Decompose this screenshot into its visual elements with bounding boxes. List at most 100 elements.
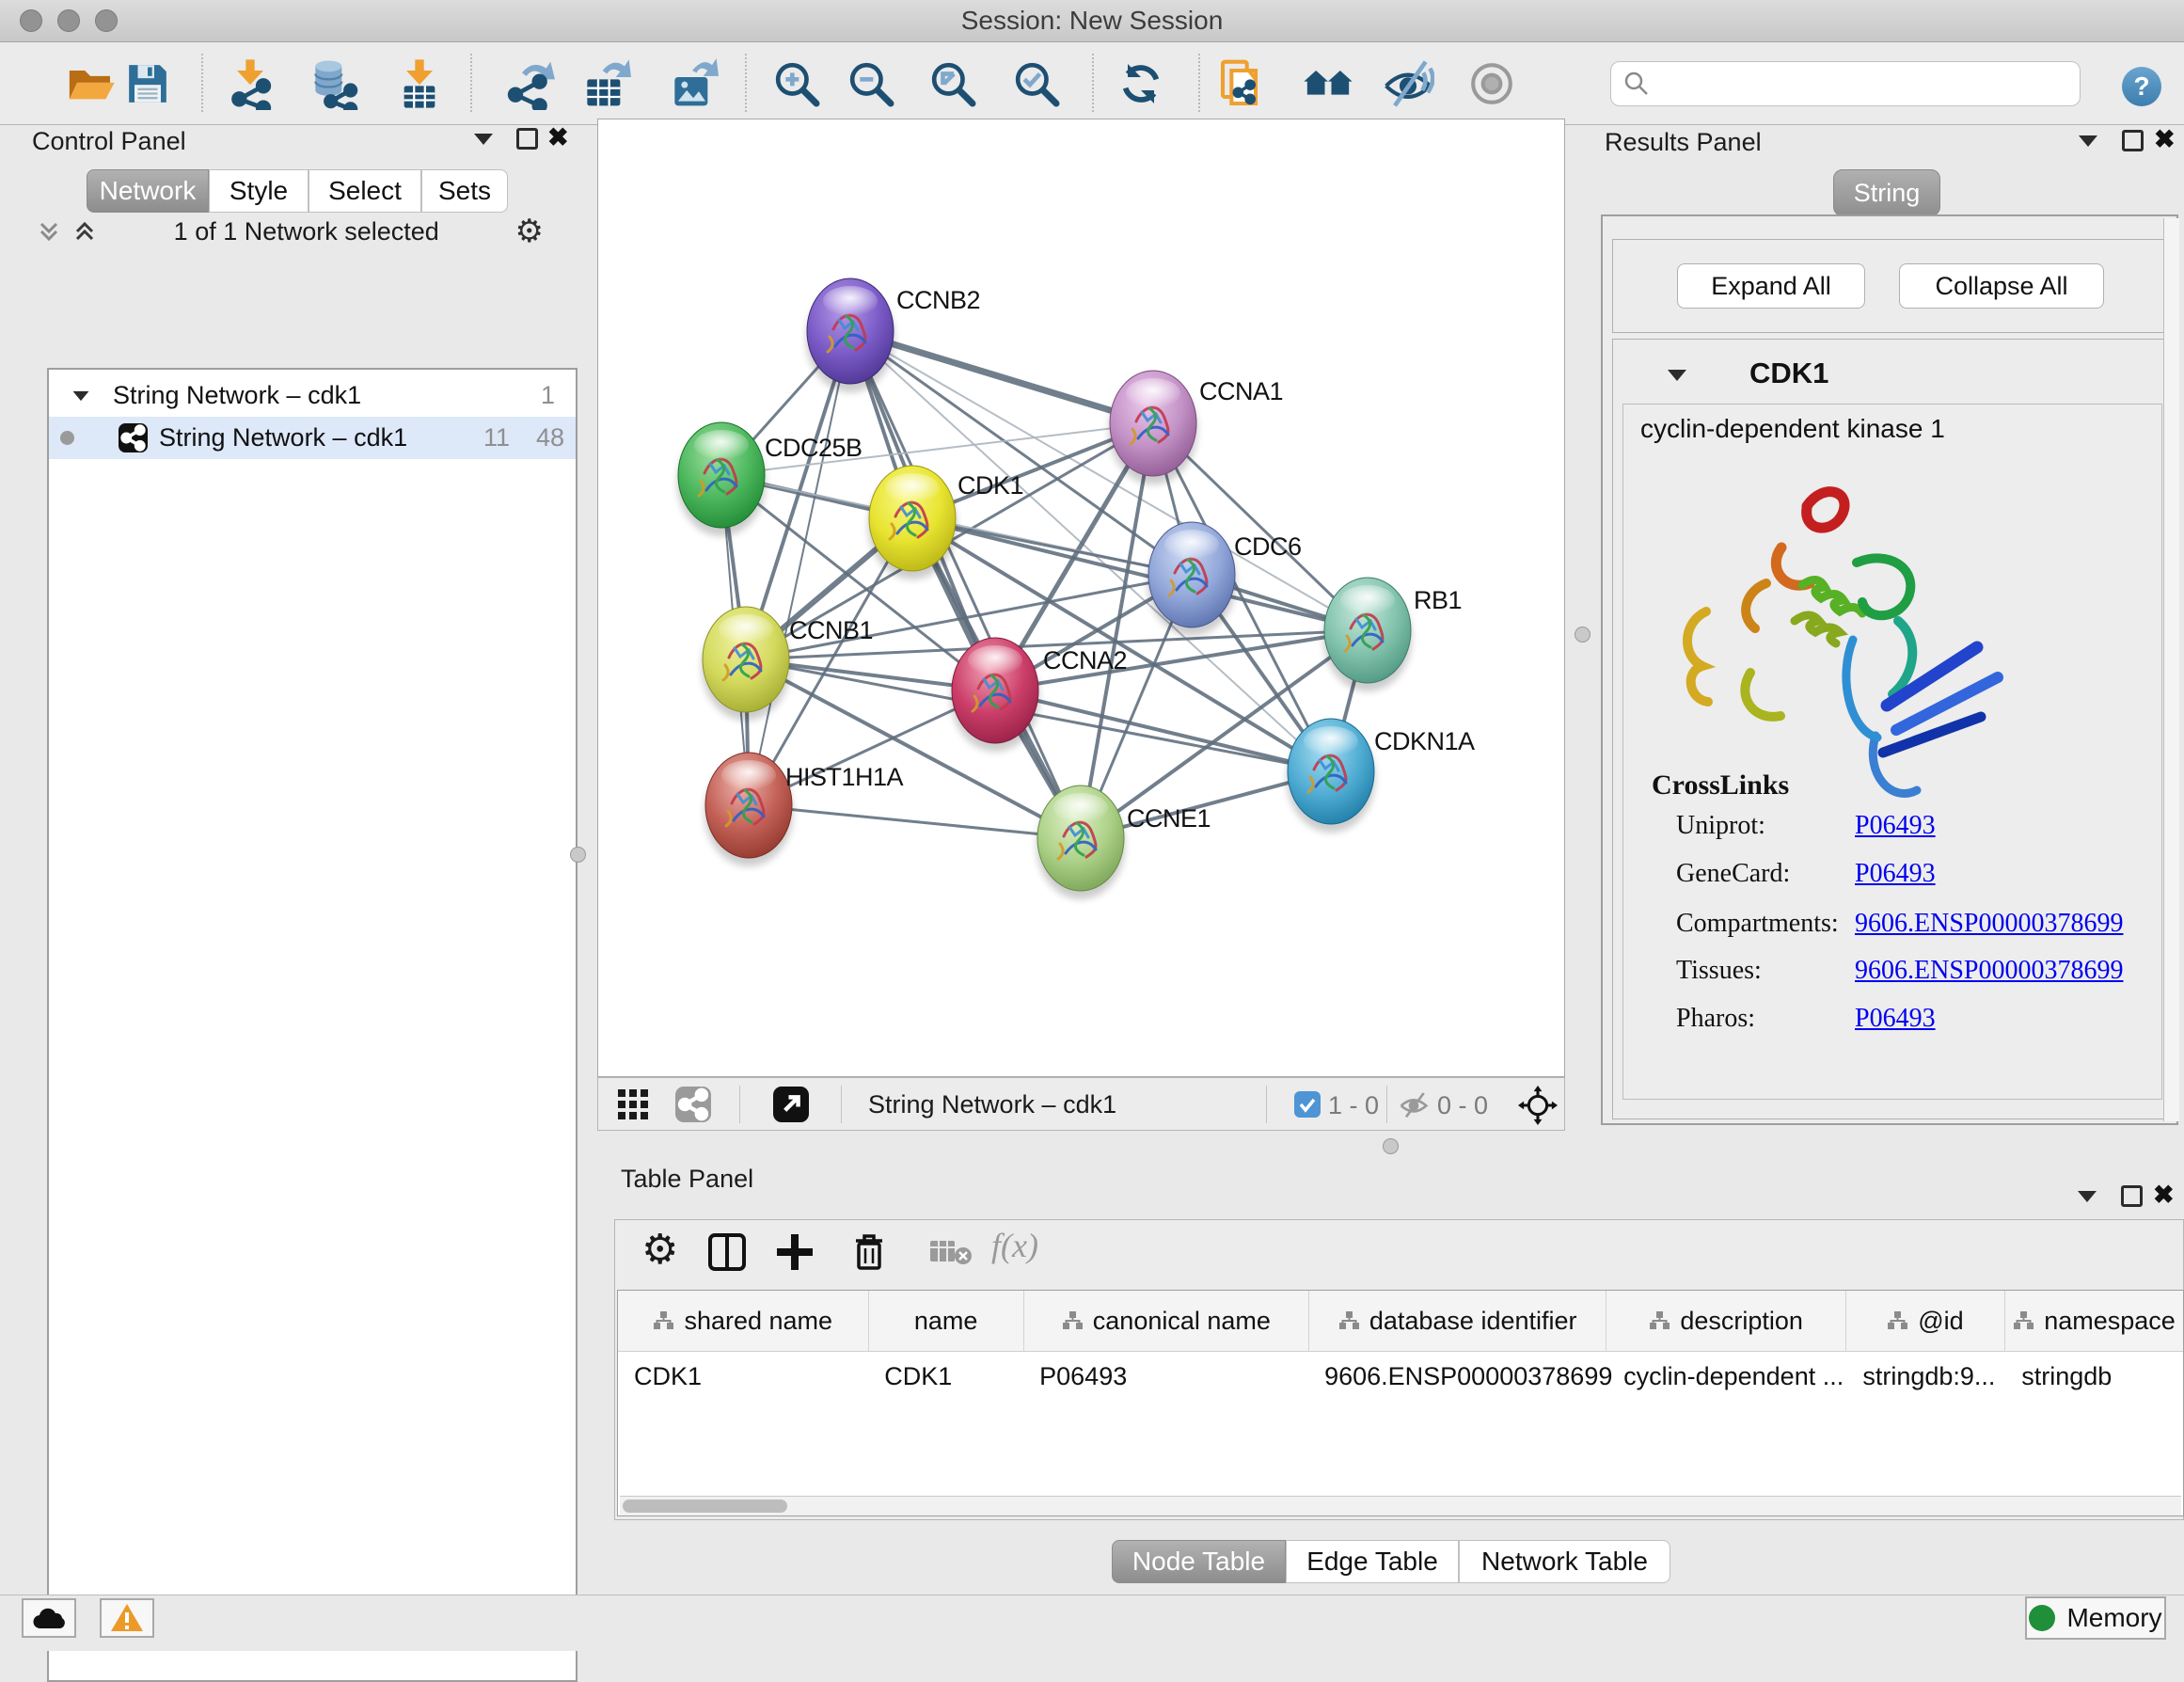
right-splitter-handle[interactable] [1575, 627, 1591, 643]
gene-section: CDK1 cyclin-dependent kinase 1 [1612, 339, 2171, 1119]
scrollbar-thumb[interactable] [623, 1500, 787, 1513]
collapse-all-button[interactable]: Collapse All [1899, 263, 2104, 309]
cloud-button[interactable] [22, 1598, 76, 1638]
cell-name[interactable]: CDK1 [868, 1352, 1023, 1401]
grid-view-icon[interactable] [617, 1088, 649, 1120]
minimize-window-icon[interactable] [57, 9, 80, 32]
panel-close-icon[interactable]: ✖ [547, 125, 569, 151]
tab-style[interactable]: Style [209, 169, 309, 213]
panel-float-icon[interactable] [516, 128, 538, 150]
tab-network-table[interactable]: Network Table [1459, 1540, 1670, 1583]
zoom-window-icon[interactable] [95, 9, 118, 32]
toolbar-divider [739, 1086, 740, 1123]
export-image-icon[interactable] [666, 57, 719, 110]
panel-close-icon[interactable]: ✖ [2153, 1182, 2175, 1208]
zoom-in-icon[interactable] [770, 57, 823, 110]
birdseye-crosshair-icon[interactable] [1518, 1086, 1558, 1125]
network-nodes[interactable] [677, 278, 1412, 899]
crosslink-link[interactable]: P06493 [1855, 1004, 1936, 1034]
network-selection-row: 1 of 1 Network selected ⚙ [23, 214, 557, 248]
cell-database-identifier[interactable]: 9606.ENSP00000378699 [1308, 1352, 1607, 1401]
gene-title: CDK1 [1749, 357, 1828, 390]
network-canvas[interactable]: CCNB2 CCNA1 CDC25B CDK1 CDC6 RB1 CCNB1 C… [597, 119, 1565, 1077]
memory-button[interactable]: Memory [2025, 1596, 2166, 1640]
node-ccna2 [951, 638, 1039, 752]
network-collection-row[interactable]: String Network – cdk1 1 [49, 374, 576, 417]
column-header[interactable]: canonical name [1024, 1291, 1309, 1351]
panel-float-icon[interactable] [2122, 130, 2144, 151]
node-ccnb2 [806, 278, 894, 392]
node-label: CCNB2 [896, 286, 980, 314]
crosslink-link[interactable]: P06493 [1855, 859, 1936, 889]
network-overview-icon[interactable] [1302, 57, 1354, 110]
cell-description[interactable]: cyclin-dependent ... [1607, 1352, 1846, 1401]
help-button[interactable]: ? [2122, 67, 2161, 106]
cell-id[interactable]: stringdb:9... [1846, 1352, 2005, 1401]
close-window-icon[interactable] [20, 9, 42, 32]
hide-selected-icon[interactable] [1382, 57, 1434, 110]
delete-icon[interactable] [847, 1229, 892, 1274]
cell-canonical-name[interactable]: P06493 [1023, 1352, 1308, 1401]
tab-node-table[interactable]: Node Table [1112, 1540, 1286, 1583]
search-icon [1622, 70, 1651, 98]
zoom-selected-icon[interactable] [1010, 57, 1063, 110]
open-session-icon[interactable] [64, 57, 117, 110]
column-header[interactable]: description [1606, 1291, 1846, 1351]
tab-network[interactable]: Network [87, 169, 209, 213]
gene-section-expander-icon[interactable] [1668, 370, 1686, 381]
export-table-icon[interactable] [578, 57, 631, 110]
table-gear-icon[interactable]: ⚙ [641, 1226, 678, 1274]
control-panel: Control Panel ✖ Network Style Select Set… [23, 119, 557, 1567]
tree-expander-icon[interactable] [73, 390, 89, 400]
table-horizontal-scrollbar[interactable] [620, 1496, 2181, 1515]
column-header[interactable]: shared name [618, 1291, 869, 1351]
network-row-selected[interactable]: String Network – cdk1 11 48 [49, 417, 576, 459]
zoom-out-icon[interactable] [845, 57, 897, 110]
panel-collapse-icon[interactable] [2079, 135, 2097, 147]
show-columns-icon[interactable] [705, 1230, 749, 1274]
collapse-all-icon[interactable] [36, 218, 62, 245]
column-header[interactable]: name [869, 1291, 1024, 1351]
crosslink-link[interactable]: P06493 [1855, 811, 1936, 841]
duplicate-network-icon[interactable] [1216, 57, 1269, 110]
warning-button[interactable] [100, 1598, 154, 1638]
current-network-dot-icon [60, 431, 74, 445]
crosslink-label: Pharos: [1676, 1004, 1755, 1034]
add-icon[interactable] [773, 1230, 816, 1274]
tab-edge-table[interactable]: Edge Table [1286, 1540, 1459, 1583]
node-label: CDK1 [957, 471, 1023, 500]
import-network-file-icon[interactable] [224, 57, 277, 110]
panel-close-icon[interactable]: ✖ [2154, 127, 2176, 152]
shared-column-icon [653, 1311, 674, 1330]
network-list-icon[interactable] [675, 1087, 711, 1122]
left-splitter-handle[interactable] [570, 847, 586, 863]
import-table-file-icon[interactable] [393, 57, 446, 110]
results-tab-string[interactable]: String [1833, 169, 1940, 216]
column-header[interactable]: database identifier [1309, 1291, 1606, 1351]
save-session-icon[interactable] [121, 57, 174, 110]
column-header[interactable]: namespace [2005, 1291, 2183, 1351]
export-network-icon[interactable] [502, 57, 555, 110]
results-scrollbar[interactable] [2163, 218, 2179, 1121]
panel-float-icon[interactable] [2121, 1185, 2143, 1207]
cell-shared-name[interactable]: CDK1 [618, 1352, 868, 1401]
crosslink-link[interactable]: 9606.ENSP00000378699 [1855, 956, 2123, 986]
selected-checkbox-icon[interactable] [1294, 1091, 1321, 1118]
panel-collapse-icon[interactable] [474, 134, 493, 145]
tab-select[interactable]: Select [309, 169, 421, 213]
expand-all-button[interactable]: Expand All [1677, 263, 1865, 309]
gear-icon[interactable]: ⚙ [515, 213, 544, 250]
column-header[interactable]: @id [1846, 1291, 2005, 1351]
table-row[interactable]: CDK1 CDK1 P06493 9606.ENSP00000378699 cy… [618, 1352, 2183, 1401]
panel-collapse-icon[interactable] [2078, 1191, 2097, 1202]
zoom-fit-icon[interactable] [926, 57, 979, 110]
expand-all-icon[interactable] [71, 218, 98, 245]
hidden-eye-slash-icon[interactable] [1398, 1089, 1430, 1119]
cell-namespace[interactable]: stringdb [2005, 1352, 2183, 1401]
apply-layout-icon[interactable] [1115, 57, 1167, 110]
tab-sets[interactable]: Sets [421, 169, 508, 213]
open-in-window-icon[interactable] [773, 1087, 809, 1122]
import-network-database-icon[interactable] [307, 57, 359, 110]
search-input[interactable] [1610, 61, 2081, 106]
crosslink-link[interactable]: 9606.ENSP00000378699 [1855, 909, 2123, 939]
